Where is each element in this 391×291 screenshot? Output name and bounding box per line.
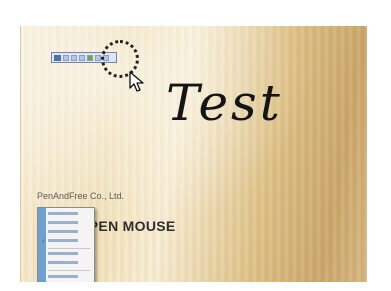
- pen-tool-button[interactable]: [63, 54, 69, 61]
- toolbar-grip-icon[interactable]: [54, 54, 61, 61]
- menu-item[interactable]: [48, 260, 90, 268]
- eraser-tool-button[interactable]: [79, 54, 85, 61]
- menu-item[interactable]: [48, 274, 90, 282]
- check-icon: ✓: [41, 239, 47, 245]
- menu-side-rail: [38, 208, 46, 282]
- menu-item[interactable]: [48, 251, 90, 259]
- menu-item[interactable]: [48, 229, 90, 237]
- handwritten-text: Test: [166, 74, 283, 132]
- highlighter-tool-button[interactable]: [71, 54, 77, 61]
- color-tool-button[interactable]: [87, 54, 93, 61]
- slide-canvas[interactable]: Test PenAndFree Co., Ltd. L PEN MOUSE ✓: [20, 26, 367, 282]
- menu-separator: [48, 248, 90, 249]
- menu-separator: [48, 270, 90, 271]
- arrow-cursor-icon: [129, 71, 144, 92]
- company-name: PenAndFree Co., Ltd.: [37, 191, 125, 201]
- context-menu[interactable]: ✓: [37, 207, 95, 282]
- menu-item[interactable]: [48, 220, 90, 228]
- menu-item[interactable]: [48, 211, 90, 219]
- menu-item-checked[interactable]: ✓: [41, 238, 90, 246]
